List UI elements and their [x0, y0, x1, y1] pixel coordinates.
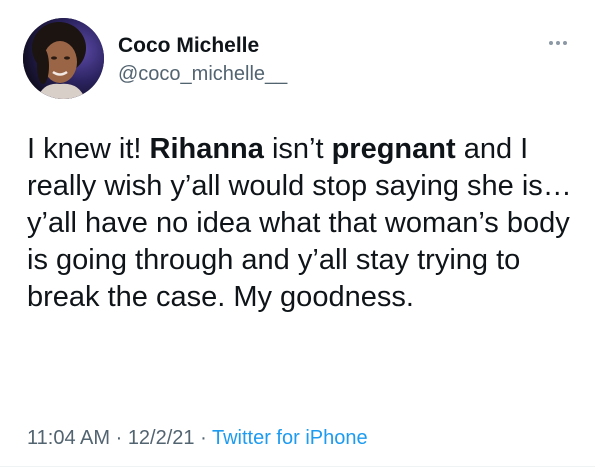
tweet-text-segment: I knew it! — [27, 133, 150, 165]
more-options-icon[interactable] — [544, 34, 572, 52]
meta-separator: · — [194, 427, 212, 449]
more-dot — [549, 41, 553, 45]
tweet-source-link[interactable]: Twitter for iPhone — [212, 427, 368, 449]
tweet-time[interactable]: 11:04 AM — [27, 427, 110, 449]
avatar[interactable] — [23, 18, 104, 99]
more-dot — [563, 41, 567, 45]
tweet-date[interactable]: 12/2/21 — [128, 427, 195, 449]
tweet-card: Coco Michelle @coco_michelle__ I knew it… — [0, 0, 595, 471]
tweet-text-segment: isn’t — [263, 133, 332, 165]
divider — [0, 466, 595, 467]
user-handle[interactable]: @coco_michelle__ — [118, 61, 287, 87]
tweet-text-bold: Rihanna — [149, 133, 264, 165]
profile-photo-icon — [23, 18, 104, 99]
tweet-text: I knew it! Rihanna isn’t pregnant and I … — [27, 131, 577, 316]
display-name[interactable]: Coco Michelle — [118, 33, 259, 59]
meta-separator: · — [110, 427, 128, 449]
tweet-metadata: 11:04 AM · 12/2/21 · Twitter for iPhone — [27, 426, 368, 450]
tweet-text-bold: pregnant — [331, 133, 456, 165]
more-dot — [556, 41, 560, 45]
